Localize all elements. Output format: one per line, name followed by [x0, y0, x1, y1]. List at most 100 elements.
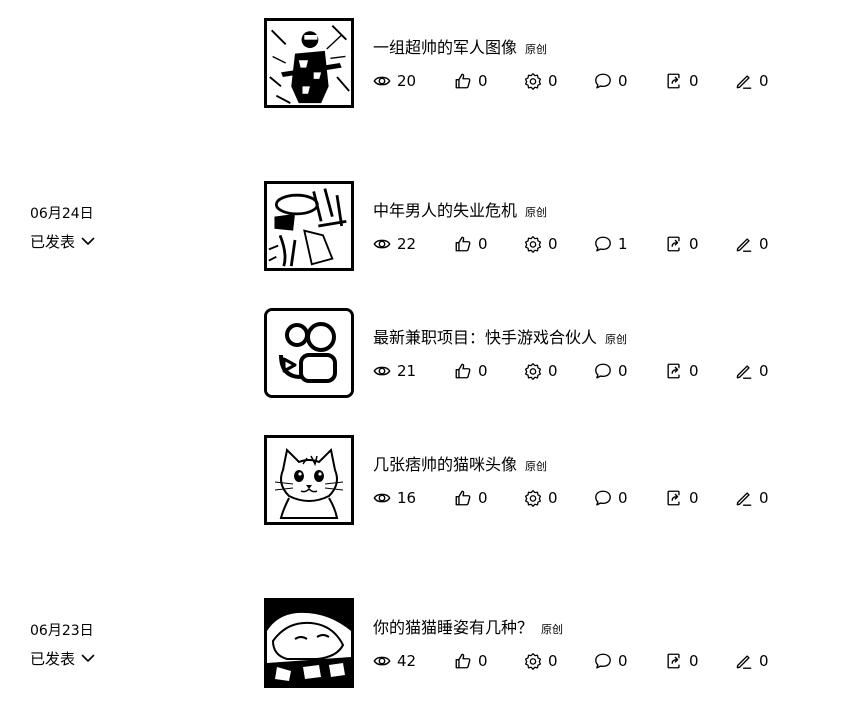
likes-stat: 0: [454, 488, 488, 508]
article-item: 中年男人的失业危机 原创 22 0 0 1 0 0: [264, 181, 804, 273]
thumbs-up-icon: [454, 362, 472, 380]
shares-count: 0: [689, 72, 699, 90]
share-icon: [665, 235, 683, 253]
comments-stat: 0: [594, 71, 628, 91]
article-title[interactable]: 几张痞帅的猫咪头像: [373, 451, 517, 475]
thumbs-up-icon: [454, 235, 472, 253]
article-title[interactable]: 中年男人的失业危机: [373, 197, 517, 221]
sleeping-cat-image: [267, 601, 351, 685]
settings-stat: 0: [524, 234, 558, 254]
chevron-down-icon: [81, 237, 95, 246]
likes-count: 0: [478, 72, 488, 90]
edits-stat: 0: [735, 488, 769, 508]
settings-count: 0: [548, 235, 558, 253]
pen-icon: [735, 72, 753, 90]
date-group-1: 06月24日 已发表: [30, 206, 95, 252]
gear-icon: [524, 652, 542, 670]
comment-icon: [594, 489, 612, 507]
article-thumbnail-sleeping-cat[interactable]: [264, 598, 354, 688]
shares-count: 0: [689, 652, 699, 670]
views-stat: 20: [373, 71, 416, 91]
views-stat: 16: [373, 488, 416, 508]
comments-stat: 0: [594, 361, 628, 381]
article-thumbnail-cat[interactable]: [264, 435, 354, 525]
edits-stat: 0: [735, 234, 769, 254]
status-dropdown[interactable]: 已发表: [30, 648, 95, 669]
man-sketch-image: [267, 184, 351, 268]
original-badge: 原创: [525, 206, 548, 219]
comments-count: 0: [618, 652, 628, 670]
article-thumbnail-soldier[interactable]: [264, 18, 354, 108]
gear-icon: [524, 489, 542, 507]
likes-count: 0: [478, 235, 488, 253]
original-badge: 原创: [605, 333, 628, 346]
article-thumbnail-man[interactable]: [264, 181, 354, 271]
eye-icon: [373, 362, 391, 380]
views-stat: 21: [373, 361, 416, 381]
settings-stat: 0: [524, 361, 558, 381]
article-item: 你的猫猫睡姿有几种？ 原创 42 0 0 0 0 0: [264, 598, 804, 690]
article-item: 最新兼职项目：快手游戏合伙人 原创 21 0 0 0 0 0: [264, 308, 804, 400]
article-item: 一组超帅的军人图像 原创 20 0 0 0 0 0: [264, 18, 804, 110]
chevron-down-icon: [81, 654, 95, 663]
likes-count: 0: [478, 362, 488, 380]
settings-count: 0: [548, 72, 558, 90]
comments-count: 0: [618, 72, 628, 90]
settings-stat: 0: [524, 71, 558, 91]
date-group-2: 06月23日 已发表: [30, 623, 95, 669]
comment-icon: [594, 72, 612, 90]
original-badge: 原创: [525, 43, 548, 56]
publish-date: 06月23日: [30, 623, 94, 639]
article-title[interactable]: 一组超帅的军人图像: [373, 34, 517, 58]
edits-count: 0: [759, 489, 769, 507]
shares-stat: 0: [665, 651, 699, 671]
views-stat: 42: [373, 651, 416, 671]
edits-stat: 0: [735, 71, 769, 91]
share-icon: [665, 72, 683, 90]
edits-count: 0: [759, 235, 769, 253]
kuaishou-logo: [267, 311, 351, 395]
status-label: 已发表: [30, 650, 76, 668]
article-thumbnail-kuaishou[interactable]: [264, 308, 354, 398]
soldier-image: [267, 21, 351, 105]
gear-icon: [524, 362, 542, 380]
comments-count: 0: [618, 489, 628, 507]
likes-stat: 0: [454, 234, 488, 254]
eye-icon: [373, 652, 391, 670]
likes-stat: 0: [454, 651, 488, 671]
comment-icon: [594, 362, 612, 380]
edits-count: 0: [759, 72, 769, 90]
comments-count: 1: [618, 235, 628, 253]
shares-count: 0: [689, 235, 699, 253]
settings-stat: 0: [524, 651, 558, 671]
shares-count: 0: [689, 362, 699, 380]
settings-stat: 0: [524, 488, 558, 508]
edits-count: 0: [759, 362, 769, 380]
edits-count: 0: [759, 652, 769, 670]
likes-count: 0: [478, 489, 488, 507]
original-badge: 原创: [525, 460, 548, 473]
views-count: 16: [397, 489, 417, 507]
edits-stat: 0: [735, 361, 769, 381]
status-dropdown[interactable]: 已发表: [30, 231, 95, 252]
settings-count: 0: [548, 362, 558, 380]
thumbs-up-icon: [454, 72, 472, 90]
gear-icon: [524, 235, 542, 253]
eye-icon: [373, 235, 391, 253]
thumbs-up-icon: [454, 489, 472, 507]
share-icon: [665, 362, 683, 380]
settings-count: 0: [548, 652, 558, 670]
edits-stat: 0: [735, 651, 769, 671]
article-item: 几张痞帅的猫咪头像 原创 16 0 0 0 0 0: [264, 435, 804, 527]
original-badge: 原创: [541, 623, 564, 636]
share-icon: [665, 652, 683, 670]
eye-icon: [373, 72, 391, 90]
article-title[interactable]: 你的猫猫睡姿有几种？: [373, 614, 533, 638]
shares-stat: 0: [665, 361, 699, 381]
likes-count: 0: [478, 652, 488, 670]
comment-icon: [594, 652, 612, 670]
views-count: 20: [397, 72, 417, 90]
shares-stat: 0: [665, 488, 699, 508]
article-title[interactable]: 最新兼职项目：快手游戏合伙人: [373, 324, 597, 348]
likes-stat: 0: [454, 71, 488, 91]
